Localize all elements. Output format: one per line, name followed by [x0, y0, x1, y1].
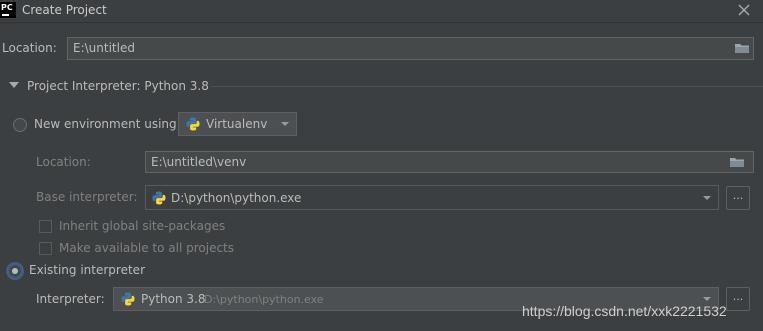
chevron-down-icon — [703, 297, 711, 301]
collapse-triangle-icon[interactable] — [9, 82, 19, 90]
window-title: Create Project — [22, 3, 107, 17]
inherit-packages-label[interactable]: Inherit global site-packages — [59, 219, 225, 233]
make-available-label[interactable]: Make available to all projects — [59, 241, 234, 255]
interpreter-name: Python 3.8 — [141, 292, 206, 306]
interpreter-path: D:\python\python.exe — [204, 293, 324, 306]
chevron-down-icon — [281, 122, 289, 126]
radio-selected-dot — [12, 268, 18, 274]
existing-interpreter-radio[interactable] — [8, 264, 22, 278]
new-environment-label[interactable]: New environment using — [34, 117, 177, 131]
folder-icon[interactable] — [734, 42, 750, 54]
title-bar: PC Create Project — [0, 0, 763, 23]
watermark-text: https://blog.csdn.net/xxk2221532 — [522, 303, 727, 319]
new-environment-radio[interactable] — [13, 118, 27, 132]
make-available-checkbox[interactable] — [39, 242, 52, 255]
pycharm-logo-icon: PC — [0, 2, 16, 18]
existing-interpreter-label[interactable]: Existing interpreter — [29, 263, 145, 277]
chevron-down-icon — [703, 196, 711, 200]
browse-interpreter-button[interactable]: ... — [726, 287, 750, 311]
inherit-packages-checkbox[interactable] — [39, 220, 52, 233]
location-label: Location: — [2, 41, 57, 55]
venv-location-input[interactable]: E:\untitled\venv — [145, 151, 754, 173]
base-interpreter-value: D:\python\python.exe — [171, 191, 302, 205]
base-interpreter-label: Base interpreter: — [36, 190, 138, 204]
close-icon[interactable] — [736, 2, 752, 18]
venv-location-value: E:\untitled\venv — [151, 155, 247, 169]
section-divider — [211, 86, 763, 87]
environment-tool-value: Virtualenv — [206, 117, 268, 131]
python-icon — [152, 191, 166, 205]
base-interpreter-select[interactable]: D:\python\python.exe — [145, 185, 719, 210]
interpreter-label: Interpreter: — [36, 292, 105, 306]
python-icon — [186, 117, 200, 131]
section-header: Project Interpreter: Python 3.8 — [27, 79, 209, 93]
folder-icon[interactable] — [729, 156, 745, 168]
python-icon — [121, 292, 135, 306]
location-value: E:\untitled — [73, 41, 135, 55]
environment-tool-select[interactable]: Virtualenv — [178, 112, 297, 136]
location-input[interactable]: E:\untitled — [67, 37, 754, 60]
browse-base-interpreter-button[interactable]: ... — [726, 186, 750, 210]
venv-location-label: Location: — [36, 155, 91, 169]
